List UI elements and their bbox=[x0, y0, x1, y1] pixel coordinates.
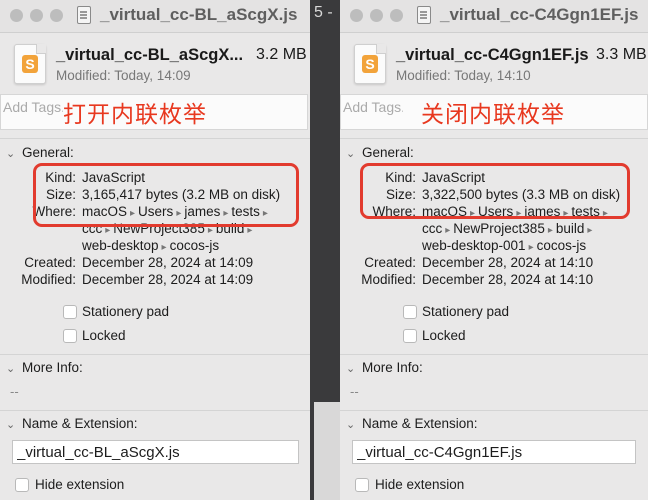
file-name: _virtual_cc-C4Ggn1EF.js bbox=[396, 46, 589, 64]
close-button[interactable] bbox=[350, 9, 363, 22]
zoom-button[interactable] bbox=[390, 9, 403, 22]
divider bbox=[340, 138, 648, 139]
hide-extension-checkbox[interactable] bbox=[15, 478, 29, 492]
path-segment[interactable]: cocos-js bbox=[537, 238, 587, 253]
chevron-down-icon[interactable]: ⌄ bbox=[6, 418, 18, 431]
title-bar[interactable]: _virtual_cc-C4Ggn1EF.js bbox=[340, 0, 648, 33]
file-size: 3.3 MB bbox=[596, 46, 647, 63]
annotation-text: 打开内联枚举 bbox=[63, 102, 207, 128]
section-name-extension[interactable]: ⌄ Name & Extension: bbox=[346, 416, 478, 431]
stationery-pad-label: Stationery pad bbox=[422, 304, 510, 319]
section-label: Name & Extension: bbox=[22, 416, 138, 431]
section-label: General: bbox=[22, 145, 74, 160]
chevron-down-icon[interactable]: ⌄ bbox=[6, 147, 18, 160]
locked-label: Locked bbox=[82, 328, 126, 343]
section-label: More Info: bbox=[362, 360, 423, 375]
name-extension-input[interactable] bbox=[352, 440, 636, 464]
divider bbox=[0, 410, 310, 411]
hide-extension-checkbox[interactable] bbox=[355, 478, 369, 492]
document-icon[interactable] bbox=[417, 6, 431, 24]
modified-date: Modified: Today, 14:09 bbox=[56, 68, 191, 83]
chevron-down-icon[interactable]: ⌄ bbox=[346, 418, 358, 431]
locked-checkbox[interactable] bbox=[63, 329, 77, 343]
file-name: _virtual_cc-BL_aScgX... bbox=[56, 46, 244, 64]
path-segment[interactable]: web-desktop bbox=[82, 238, 159, 253]
stationery-pad-checkbox[interactable] bbox=[63, 305, 77, 319]
minimize-button[interactable] bbox=[370, 9, 383, 22]
chevron-down-icon[interactable]: ⌄ bbox=[6, 362, 18, 375]
file-size: 3.2 MB bbox=[256, 46, 307, 63]
background-window-text: 5 - bbox=[314, 4, 333, 21]
stationery-pad-checkbox[interactable] bbox=[403, 305, 417, 319]
get-info-window-left: _virtual_cc-BL_aScgX.js S _virtual_cc-BL… bbox=[0, 0, 310, 500]
window-title: _virtual_cc-BL_aScgX.js bbox=[100, 5, 298, 24]
where-path-line2: ccc ▸ NewProject385 ▸ build ▸ bbox=[422, 221, 593, 236]
section-label: More Info: bbox=[22, 360, 83, 375]
more-info-value: -- bbox=[10, 384, 19, 399]
chevron-down-icon[interactable]: ⌄ bbox=[346, 362, 358, 375]
highlight-box bbox=[360, 163, 630, 219]
path-segment[interactable]: build bbox=[556, 221, 585, 236]
annotation-text: 关闭内联枚举 bbox=[421, 102, 565, 128]
name-extension-input[interactable] bbox=[12, 440, 299, 464]
more-info-value: -- bbox=[350, 384, 359, 399]
divider bbox=[340, 410, 648, 411]
chevron-down-icon[interactable]: ⌄ bbox=[346, 147, 358, 160]
section-label: General: bbox=[362, 145, 414, 160]
divider bbox=[340, 354, 648, 355]
locked-label: Locked bbox=[422, 328, 466, 343]
title-bar[interactable]: _virtual_cc-BL_aScgX.js bbox=[0, 0, 310, 33]
section-more-info[interactable]: ⌄ More Info: bbox=[346, 360, 423, 375]
zoom-button[interactable] bbox=[50, 9, 63, 22]
created-value: December 28, 2024 at 14:09 bbox=[82, 255, 254, 270]
section-name-extension[interactable]: ⌄ Name & Extension: bbox=[6, 416, 138, 431]
hide-extension-label: Hide extension bbox=[35, 477, 125, 492]
get-info-window-right: _virtual_cc-C4Ggn1EF.js S _virtual_cc-C4… bbox=[340, 0, 648, 500]
path-segment[interactable]: web-desktop-001 bbox=[422, 238, 526, 253]
minimize-button[interactable] bbox=[30, 9, 43, 22]
where-path-line3: web-desktop ▸ cocos-js bbox=[82, 238, 220, 253]
where-path-line3: web-desktop-001 ▸ cocos-js bbox=[422, 238, 587, 253]
section-general[interactable]: ⌄ General: bbox=[346, 145, 414, 160]
modified-date: Modified: Today, 14:10 bbox=[396, 68, 531, 83]
created-label: Created: bbox=[24, 255, 76, 270]
modified-value: December 28, 2024 at 14:10 bbox=[422, 272, 594, 287]
modified-value: December 28, 2024 at 14:09 bbox=[82, 272, 254, 287]
window-title: _virtual_cc-C4Ggn1EF.js bbox=[440, 5, 639, 24]
sublime-text-icon[interactable]: S bbox=[354, 44, 386, 84]
path-segment[interactable]: cocos-js bbox=[170, 238, 220, 253]
tags-field[interactable]: 打开内联枚举 bbox=[0, 94, 308, 130]
divider bbox=[0, 138, 310, 139]
tags-input[interactable] bbox=[3, 96, 63, 118]
created-value: December 28, 2024 at 14:10 bbox=[422, 255, 594, 270]
tags-input[interactable] bbox=[343, 96, 403, 118]
path-segment[interactable]: ccc bbox=[422, 221, 442, 236]
stationery-pad-label: Stationery pad bbox=[82, 304, 170, 319]
section-more-info[interactable]: ⌄ More Info: bbox=[6, 360, 83, 375]
highlight-box bbox=[33, 163, 299, 227]
hide-extension-label: Hide extension bbox=[375, 477, 465, 492]
locked-checkbox[interactable] bbox=[403, 329, 417, 343]
created-label: Created: bbox=[364, 255, 416, 270]
modified-label: Modified: bbox=[361, 272, 416, 287]
close-button[interactable] bbox=[10, 9, 23, 22]
path-segment[interactable]: NewProject385 bbox=[453, 221, 545, 236]
divider bbox=[0, 354, 310, 355]
modified-label: Modified: bbox=[21, 272, 76, 287]
section-label: Name & Extension: bbox=[362, 416, 478, 431]
sublime-text-icon[interactable]: S bbox=[14, 44, 46, 84]
section-general[interactable]: ⌄ General: bbox=[6, 145, 74, 160]
document-icon[interactable] bbox=[77, 6, 91, 24]
tags-field[interactable]: 关闭内联枚举 bbox=[340, 94, 648, 130]
background-window-fragment bbox=[314, 402, 340, 500]
